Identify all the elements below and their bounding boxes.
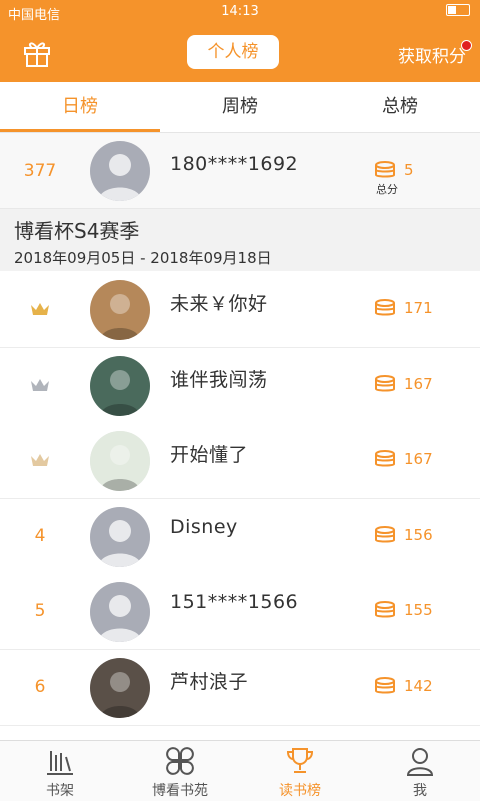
- user-name: 151****1566: [170, 591, 299, 613]
- season-title: 博看杯S4赛季: [14, 219, 140, 243]
- my-rank-row[interactable]: 377 180****1692 5 总分: [0, 133, 480, 209]
- nav-label: 我: [413, 783, 427, 799]
- user-score: 155: [404, 601, 433, 619]
- avatar: [90, 431, 150, 491]
- nav-label: 读书榜: [279, 783, 321, 799]
- table-row[interactable]: 5 151****1566 155: [0, 574, 480, 650]
- gift-icon[interactable]: [22, 38, 52, 68]
- season-banner: 博看杯S4赛季 2018年09月05日 - 2018年09月18日: [0, 209, 480, 271]
- coin-icon: [375, 161, 395, 178]
- crown-icon: [31, 378, 49, 391]
- rank-number: 6: [34, 676, 46, 697]
- user-score: 171: [404, 299, 433, 317]
- notification-dot: [461, 40, 472, 51]
- nav-label: 书架: [46, 783, 74, 799]
- coin-icon: [375, 601, 395, 618]
- tab-total[interactable]: 总榜: [320, 82, 480, 132]
- status-bar: 中国电信 14:13: [0, 0, 480, 24]
- nav-label: 博看书苑: [152, 783, 208, 799]
- user-score: 156: [404, 525, 433, 544]
- user-name: 芦村浪子: [170, 670, 249, 693]
- clover-icon: [166, 747, 194, 775]
- avatar: [90, 506, 150, 567]
- tab-weekly[interactable]: 周榜: [160, 82, 320, 132]
- avatar: [90, 582, 150, 642]
- table-row[interactable]: 谁伴我闯荡 167: [0, 347, 480, 424]
- personal-rank-button[interactable]: 个人榜: [187, 35, 279, 69]
- tab-daily[interactable]: 日榜: [0, 82, 160, 132]
- crown-icon: [31, 454, 49, 466]
- nav-bookshelf[interactable]: 书架: [0, 741, 120, 801]
- user-name: Disney: [170, 515, 238, 538]
- user-score: 142: [404, 676, 433, 695]
- nav-bookstore[interactable]: 博看书苑: [120, 741, 240, 801]
- nav-reading-rank[interactable]: 读书榜: [240, 741, 360, 801]
- get-points-link[interactable]: 获取积分: [398, 42, 466, 67]
- crown-icon: [31, 303, 49, 315]
- avatar: [90, 280, 150, 340]
- user-score: 167: [404, 450, 433, 468]
- app-header: 个人榜 获取积分: [0, 24, 480, 82]
- nav-me[interactable]: 我: [360, 741, 480, 801]
- bookshelf-icon: [47, 751, 73, 775]
- avatar: [90, 355, 150, 416]
- user-name: 谁伴我闯荡: [170, 368, 268, 391]
- user-score: 167: [404, 374, 433, 393]
- season-dates: 2018年09月05日 - 2018年09月18日: [14, 249, 272, 267]
- avatar: [90, 141, 150, 201]
- battery-icon: [446, 4, 470, 16]
- coin-icon: [375, 450, 395, 467]
- rank-tabs: 日榜 周榜 总榜: [0, 82, 480, 133]
- my-score: 5: [404, 161, 414, 179]
- user-icon: [406, 748, 434, 776]
- table-row[interactable]: 开始懂了 167: [0, 423, 480, 499]
- coin-icon: [375, 299, 395, 316]
- trophy-icon: [286, 748, 314, 773]
- user-name: 未来￥你好: [170, 293, 268, 315]
- table-row[interactable]: 6 芦村浪子 142: [0, 649, 480, 726]
- my-rank-number: 377: [23, 161, 57, 181]
- clock: 14:13: [221, 4, 259, 19]
- coin-icon: [375, 676, 395, 693]
- bottom-nav: 书架 博看书苑 读书榜 我: [0, 740, 480, 801]
- avatar: [90, 657, 150, 718]
- table-row[interactable]: 4 Disney 156: [0, 498, 480, 575]
- my-name: 180****1692: [170, 153, 299, 175]
- coin-icon: [375, 374, 395, 391]
- total-label: 总分: [376, 183, 398, 196]
- rank-number: 4: [34, 525, 46, 546]
- user-name: 开始懂了: [170, 444, 249, 466]
- rank-number: 5: [34, 601, 46, 621]
- coin-icon: [375, 525, 395, 542]
- table-row[interactable]: 未来￥你好 171: [0, 272, 480, 348]
